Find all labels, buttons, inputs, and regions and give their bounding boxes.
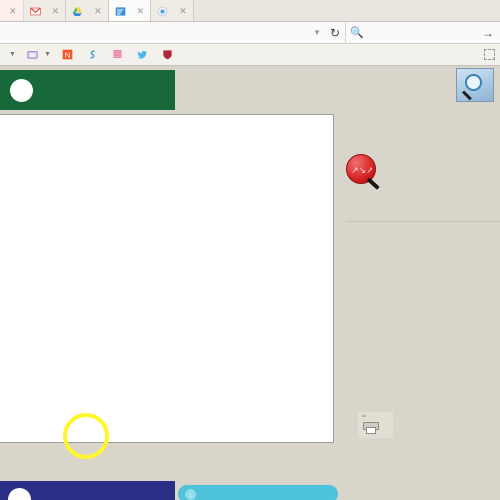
nwea-icon: N — [62, 49, 73, 60]
url-bar: ▼ ↻ 🔍 → — [0, 21, 500, 44]
category-list — [346, 221, 500, 222]
google-drive-icon — [72, 6, 83, 16]
bookmark-nfhslearn[interactable] — [158, 48, 180, 61]
more-bookmarks-icon[interactable] — [484, 49, 495, 60]
bookmark-pennsylvania[interactable] — [83, 48, 105, 61]
gmail-icon — [29, 7, 41, 15]
document-magnifier-icon[interactable] — [456, 68, 494, 102]
bookmark-teachscape[interactable] — [108, 48, 130, 61]
twitter-icon — [137, 50, 147, 59]
ad-arrow-button[interactable] — [8, 487, 31, 500]
browser-tab-4[interactable]: ✕ — [151, 0, 194, 22]
browser-tab-2[interactable]: ✕ — [66, 0, 109, 22]
red-magnifier-icon: ↗↘↗ — [346, 154, 382, 190]
document-column: ↓ — [0, 66, 340, 500]
document-pane[interactable] — [0, 114, 334, 443]
magnifier-handle — [366, 177, 380, 190]
magnifier-lens — [465, 74, 482, 91]
svg-text:N: N — [65, 50, 70, 59]
chart-line-glyph: ↗↘↗ — [351, 165, 372, 175]
arrow-right-icon[interactable]: → — [482, 26, 496, 40]
browser-tab-1[interactable]: ✕ — [23, 0, 67, 22]
tab-strip: ✕ ✕ ✕ ✕ ✕ — [0, 0, 500, 22]
magnifier-handle — [461, 90, 472, 101]
printer-icon — [361, 415, 381, 435]
ad-banner-bottom[interactable] — [0, 481, 175, 500]
pennsylvania-icon — [90, 50, 95, 59]
folder-icon — [27, 51, 38, 59]
tab-close-icon[interactable]: ✕ — [52, 6, 60, 17]
tab-close-icon[interactable]: ✕ — [9, 6, 17, 17]
tab-close-icon[interactable]: ✕ — [137, 6, 145, 17]
analysis-message — [392, 158, 498, 173]
search-icon: 🔍 — [350, 27, 364, 39]
teachscape-icon — [113, 50, 122, 58]
ad-banner-top[interactable] — [0, 70, 175, 110]
print-badge — [362, 415, 366, 417]
bookmark-nwea[interactable]: N — [58, 48, 80, 61]
tab-close-icon[interactable]: ✕ — [179, 6, 187, 17]
analysis-panel: ↗↘↗ — [340, 66, 500, 500]
reload-icon[interactable]: ↻ — [325, 26, 345, 40]
browser-tab-3[interactable]: ✕ — [108, 0, 152, 22]
screen-recorder-icon — [157, 6, 168, 16]
bookmark-twitter[interactable] — [133, 48, 155, 61]
printer-tray — [366, 427, 376, 434]
page-content: ↓ ↗↘↗ — [0, 66, 500, 500]
ginger-powered-line — [178, 481, 338, 482]
bookmarks-bar: ▼ ▼ N — [0, 44, 500, 66]
chevron-down-icon: ▼ — [43, 51, 51, 58]
address-input[interactable] — [0, 22, 309, 44]
nfhslearn-icon — [163, 50, 172, 60]
ad-arrow-button[interactable] — [10, 78, 33, 102]
ginger-promo: ↓ — [178, 481, 338, 500]
browser-tab-0[interactable]: ✕ — [0, 0, 24, 22]
bookmark-breaks[interactable]: ▼ — [2, 50, 20, 59]
download-icon: ↓ — [185, 488, 196, 500]
search-box[interactable]: 🔍 → — [345, 21, 500, 44]
printable-summary-report-button[interactable] — [358, 412, 393, 438]
get-ginger-button[interactable]: ↓ — [178, 485, 338, 500]
paperrater-icon — [115, 6, 125, 16]
chevron-down-icon[interactable]: ▼ — [309, 28, 325, 37]
bookmark-most-visited[interactable]: ▼ — [23, 48, 55, 61]
tab-close-icon[interactable]: ✕ — [94, 6, 102, 17]
chevron-down-icon: ▼ — [9, 51, 16, 58]
browser-chrome: ✕ ✕ ✕ ✕ ✕ ▼ ↻ 🔍 → ▼ ▼ N — [0, 0, 500, 66]
